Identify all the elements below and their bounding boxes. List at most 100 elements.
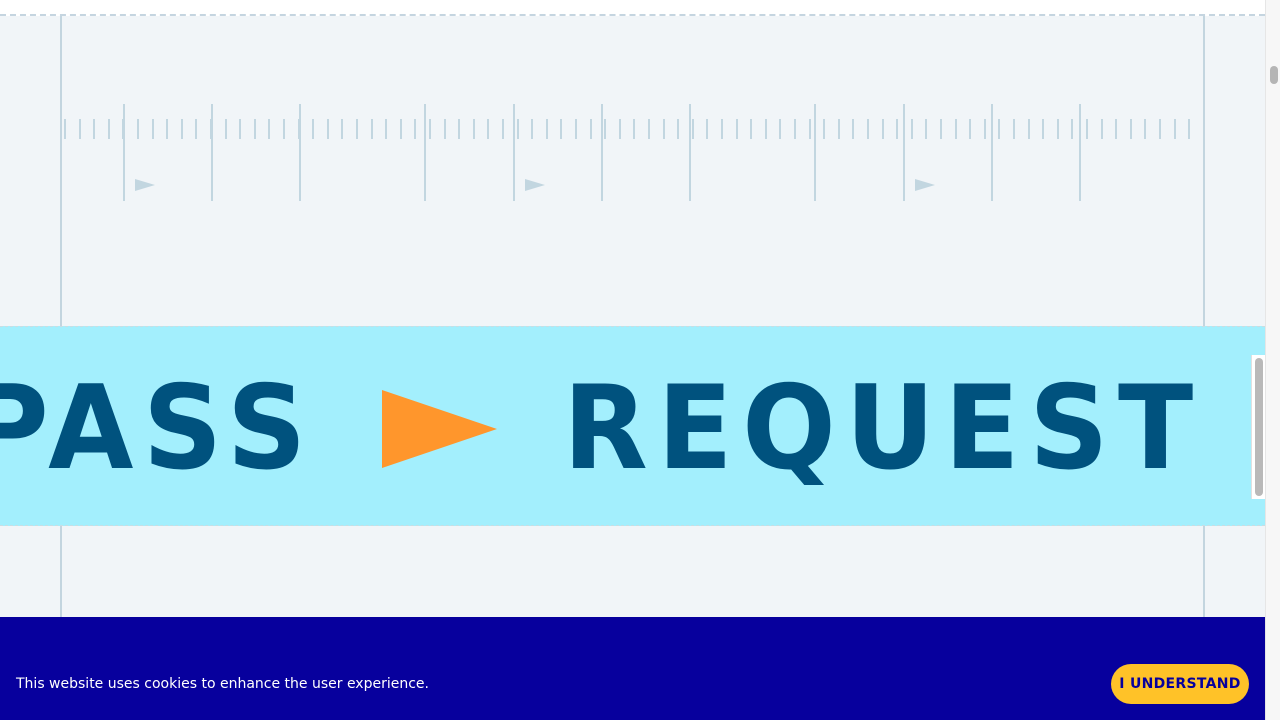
ruler-minor-tick [575, 119, 577, 139]
ruler-major-tick [123, 104, 125, 201]
ruler-minor-tick [195, 119, 197, 139]
ruler-minor-tick [1159, 119, 1161, 139]
ruler-major-tick [1079, 104, 1081, 201]
ruler-minor-tick [444, 119, 446, 139]
ruler-minor-tick [969, 119, 971, 139]
ruler-minor-tick [137, 119, 139, 139]
ruler-minor-tick [152, 119, 154, 139]
ruler-minor-tick [239, 119, 241, 139]
ruler-minor-tick [1013, 119, 1015, 139]
ruler-minor-tick [838, 119, 840, 139]
ruler-minor-tick [604, 119, 606, 139]
play-triangle-icon [135, 179, 155, 191]
ruler-minor-tick [487, 119, 489, 139]
ruler-minor-tick [385, 119, 387, 139]
ruler-minor-tick [502, 119, 504, 139]
ruler-major-tick [991, 104, 993, 201]
ruler-minor-tick [283, 119, 285, 139]
arrow-right-icon [382, 390, 498, 468]
play-triangle-icon [915, 179, 935, 191]
ruler-minor-tick [692, 119, 694, 139]
ruler-minor-tick [546, 119, 548, 139]
ruler-minor-tick [823, 119, 825, 139]
scrolling-marquee: PASS REQUEST A F [0, 326, 1265, 526]
ruler-major-tick [903, 104, 905, 201]
ruler-minor-tick [765, 119, 767, 139]
ruler-minor-tick [210, 119, 212, 139]
play-triangle-icon [525, 179, 545, 191]
ruler-minor-tick [590, 119, 592, 139]
ruler-minor-tick [1057, 119, 1059, 139]
ruler-minor-tick [882, 119, 884, 139]
ruler-minor-tick [706, 119, 708, 139]
ruler-major-tick [513, 104, 515, 201]
ruler-major-tick [601, 104, 603, 201]
ruler-minor-tick [619, 119, 621, 139]
accept-cookies-button[interactable]: I UNDERSTAND [1111, 664, 1249, 704]
ruler-minor-tick [298, 119, 300, 139]
ruler-minor-tick [166, 119, 168, 139]
ruler-minor-tick [633, 119, 635, 139]
ruler-minor-tick [1115, 119, 1117, 139]
ruler-major-tick [814, 104, 816, 201]
ruler-minor-tick [1071, 119, 1073, 139]
ruler-minor-tick [940, 119, 942, 139]
ruler-decoration [64, 104, 1190, 201]
cookie-message: This website uses cookies to enhance the… [16, 676, 429, 692]
ruler-minor-tick [794, 119, 796, 139]
ruler-minor-tick [779, 119, 781, 139]
ruler-minor-tick [984, 119, 986, 139]
ruler-minor-tick [122, 119, 124, 139]
ruler-minor-tick [327, 119, 329, 139]
ruler-minor-tick [750, 119, 752, 139]
ruler-minor-tick [560, 119, 562, 139]
ruler-minor-tick [181, 119, 183, 139]
ruler-minor-tick [225, 119, 227, 139]
ruler-minor-tick [648, 119, 650, 139]
ruler-minor-tick [400, 119, 402, 139]
ruler-minor-tick [268, 119, 270, 139]
ruler-minor-tick [1042, 119, 1044, 139]
ruler-major-tick [299, 104, 301, 201]
ruler-minor-tick [341, 119, 343, 139]
cookie-banner: This website uses cookies to enhance the… [0, 617, 1265, 720]
ruler-minor-tick [925, 119, 927, 139]
ruler-minor-tick [1144, 119, 1146, 139]
ruler-minor-tick [896, 119, 898, 139]
marquee-track: PASS REQUEST A F [0, 369, 1265, 489]
ruler-minor-tick [414, 119, 416, 139]
marquee-word-request: REQUEST A [563, 361, 1265, 496]
ruler-minor-tick [1086, 119, 1088, 139]
ruler-minor-tick [721, 119, 723, 139]
marquee-scrollbar[interactable] [1251, 355, 1265, 499]
marquee-word-pass: PASS [0, 361, 316, 496]
ruler-minor-tick [911, 119, 913, 139]
ruler-minor-tick [254, 119, 256, 139]
ruler-major-tick [689, 104, 691, 201]
ruler-minor-tick [1101, 119, 1103, 139]
ruler-minor-tick [852, 119, 854, 139]
page-scrollbar[interactable] [1265, 0, 1280, 720]
ruler-minor-tick [1188, 119, 1190, 139]
ruler-minor-tick [955, 119, 957, 139]
ruler-minor-tick [867, 119, 869, 139]
ruler-minor-tick [809, 119, 811, 139]
page-scrollbar-thumb[interactable] [1270, 66, 1278, 84]
ruler-minor-tick [93, 119, 95, 139]
ruler-minor-tick [473, 119, 475, 139]
ruler-minor-tick [677, 119, 679, 139]
ruler-major-tick [211, 104, 213, 201]
ruler-minor-tick [356, 119, 358, 139]
top-dashed-border [0, 0, 1265, 16]
ruler-major-tick [424, 104, 426, 201]
ruler-minor-tick [79, 119, 81, 139]
marquee-scrollbar-thumb[interactable] [1255, 358, 1263, 496]
ruler-minor-tick [1130, 119, 1132, 139]
ruler-minor-tick [998, 119, 1000, 139]
ruler-minor-tick [458, 119, 460, 139]
ruler-minor-tick [663, 119, 665, 139]
ruler-minor-tick [312, 119, 314, 139]
ruler-minor-tick [108, 119, 110, 139]
ruler-minor-tick [1174, 119, 1176, 139]
ruler-minor-tick [64, 119, 66, 139]
